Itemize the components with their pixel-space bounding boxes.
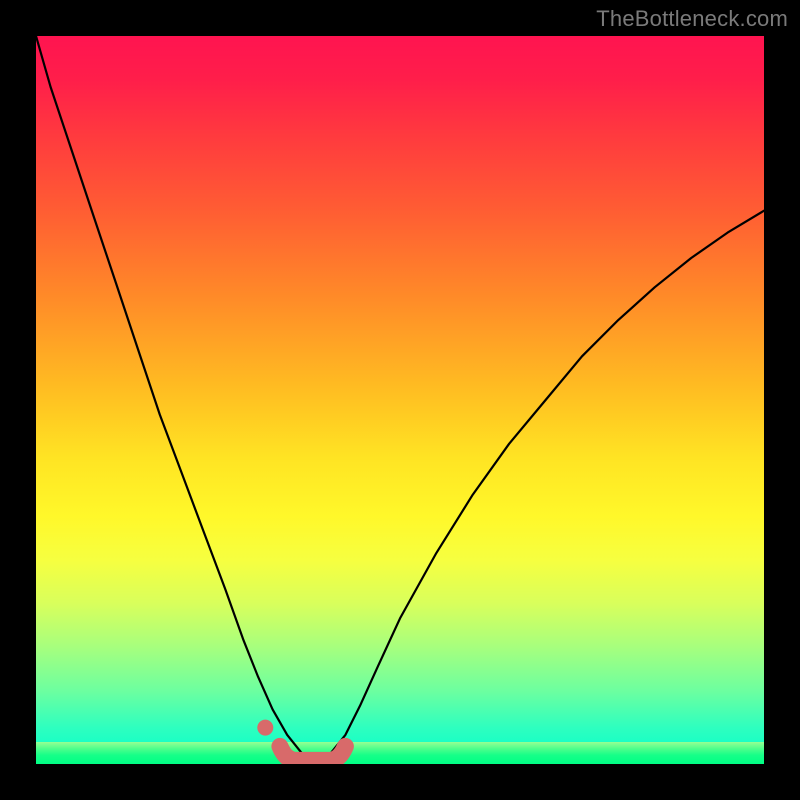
chart-svg-overlay (36, 36, 764, 764)
optimal-zone-marker (280, 746, 346, 760)
plot-area (36, 36, 764, 764)
watermark-text: TheBottleneck.com (596, 6, 788, 32)
bottleneck-curve (36, 36, 764, 760)
optimal-zone-start-dot (257, 720, 273, 736)
chart-frame: TheBottleneck.com (0, 0, 800, 800)
